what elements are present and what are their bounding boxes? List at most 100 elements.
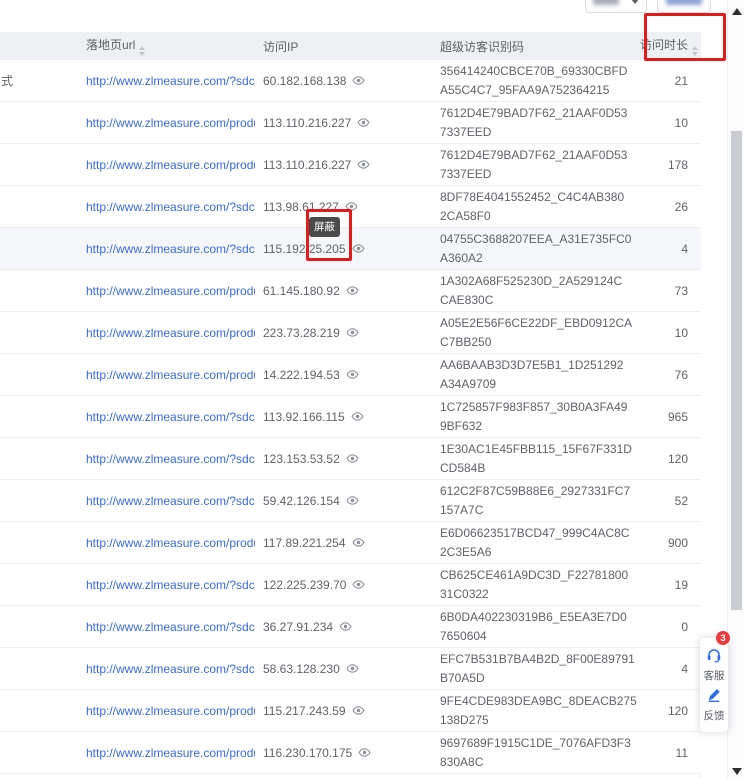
- visit-ip-value: 60.182.168.138: [263, 74, 346, 88]
- visit-duration-value: 10: [640, 326, 700, 340]
- customer-service-button[interactable]: 客服: [704, 647, 725, 683]
- landing-url-link[interactable]: http://www.zlmeasure.com/?sdclkid=A...: [86, 242, 255, 256]
- eye-block-icon[interactable]: [357, 116, 370, 129]
- visit-ip-value: 59.42.126.154: [263, 494, 340, 508]
- eye-block-icon[interactable]: [351, 410, 364, 423]
- eye-block-icon[interactable]: [346, 326, 359, 339]
- visitor-code-value: 9697689F1915C1DE_7076AFD3F3 830A8C: [440, 734, 640, 772]
- headset-icon: [706, 647, 722, 666]
- visit-ip-value: 61.145.180.92: [263, 284, 340, 298]
- toolbar: [0, 0, 744, 32]
- column-header-visit-ip: 访问IP: [255, 38, 440, 55]
- customer-service-label: 客服: [704, 668, 725, 683]
- visitor-code-value: 7612D4E79BAD7F62_21AAF0D53 7337EED: [440, 146, 640, 184]
- pencil-icon: [706, 687, 722, 706]
- table-row: http://www.zlmeasure.com/?sdclkid=A... 1…: [0, 186, 701, 228]
- table-row: 式 http://www.zlmeasure.com/?sdclkid=A...…: [0, 60, 701, 102]
- visit-duration-value: 0: [640, 620, 700, 634]
- eye-block-icon[interactable]: [358, 746, 371, 759]
- visitor-code-value: 612C2F87C59B88E6_2927331FC7 157A7C: [440, 482, 640, 520]
- scrollbar-down-button[interactable]: [731, 766, 742, 776]
- column-header-landing-url[interactable]: 落地页url: [60, 36, 255, 56]
- vertical-scrollbar[interactable]: [727, 0, 744, 779]
- visit-duration-value: 10: [640, 116, 700, 130]
- landing-url-link[interactable]: http://www.zlmeasure.com/products/li...: [86, 326, 255, 340]
- landing-url-link[interactable]: http://www.zlmeasure.com/?sdclkid=A...: [86, 578, 255, 592]
- landing-url-link[interactable]: http://www.zlmeasure.com/?sdclkid=A...: [86, 410, 255, 424]
- eye-block-icon[interactable]: [346, 494, 359, 507]
- visit-duration-value: 120: [640, 452, 700, 466]
- landing-url-link[interactable]: http://www.zlmeasure.com/products/li...: [86, 746, 255, 760]
- redacted-button[interactable]: [657, 0, 711, 13]
- sort-icon[interactable]: [692, 46, 698, 56]
- visit-ip-value: 36.27.91.234: [263, 620, 333, 634]
- eye-block-icon[interactable]: [352, 704, 365, 717]
- table-row: http://www.zlmeasure.com/?sdclkid=A... 1…: [0, 438, 701, 480]
- visitor-code-value: CB625CE461A9DC3D_F22781800 31C0322: [440, 566, 640, 604]
- eye-block-icon[interactable]: [346, 284, 359, 297]
- visit-ip-value: 117.89.221.254: [263, 536, 346, 550]
- landing-url-link[interactable]: http://www.zlmeasure.com/?sdclkid=b...: [86, 662, 255, 676]
- landing-url-link[interactable]: http://www.zlmeasure.com/?sdclkid=A...: [86, 620, 255, 634]
- visitor-code-value: 9FE4CDE983DEA9BC_8DEACB275 138D275: [440, 692, 640, 730]
- landing-url-link[interactable]: http://www.zlmeasure.com/products/li...: [86, 158, 255, 172]
- eye-block-icon[interactable]: [352, 74, 365, 87]
- table-row: http://www.zlmeasure.com/products/6... 1…: [0, 354, 701, 396]
- caret-down-icon: [631, 0, 639, 4]
- page: 落地页url 访问IP 超级访客识别码 访问时长 式 http://www.zl…: [0, 0, 744, 779]
- feedback-button[interactable]: 反馈: [704, 687, 725, 723]
- landing-url-link[interactable]: http://www.zlmeasure.com/products/li...: [86, 704, 255, 718]
- landing-url-link[interactable]: http://www.zlmeasure.com/products/li...: [86, 284, 255, 298]
- visit-duration-value: 52: [640, 494, 700, 508]
- table-row: http://www.zlmeasure.com/?sdclkid=A... 1…: [0, 564, 701, 606]
- eye-block-icon[interactable]: [345, 200, 358, 213]
- triangle-up-icon: [732, 8, 742, 15]
- visit-ip-value: 223.73.28.219: [263, 326, 340, 340]
- visit-duration-value: 4: [640, 662, 700, 676]
- visit-duration-value: 4: [640, 242, 700, 256]
- landing-url-link[interactable]: http://www.zlmeasure.com/?sdclkid=b...: [86, 494, 255, 508]
- visitor-code-value: 04755C3688207EEA_A31E735FC0 A360A2: [440, 230, 640, 268]
- column-header-label: 访问IP: [263, 40, 298, 54]
- eye-block-icon[interactable]: [339, 620, 352, 633]
- landing-url-link[interactable]: http://www.zlmeasure.com/?sdclkid=A...: [86, 200, 255, 214]
- eye-block-icon[interactable]: [346, 452, 359, 465]
- scrollbar-up-button[interactable]: [731, 6, 742, 16]
- visit-duration-value: 26: [640, 200, 700, 214]
- scrollbar-thumb[interactable]: [731, 131, 742, 610]
- visitor-code-value: 1E30AC1E45FBB115_15F67F331D CD584B: [440, 440, 640, 478]
- eye-block-icon[interactable]: [346, 662, 359, 675]
- table-row: http://www.zlmeasure.com/products/li... …: [0, 144, 701, 186]
- eye-block-icon[interactable]: [357, 158, 370, 171]
- redacted-dropdown-text: [593, 0, 619, 5]
- table-row: http://www.zlmeasure.com/?sdclkid=A... 1…: [0, 396, 701, 438]
- landing-url-link[interactable]: http://www.zlmeasure.com/products/6...: [86, 368, 255, 382]
- redacted-dropdown[interactable]: [585, 0, 647, 13]
- row-prefix-text: 式: [0, 72, 60, 89]
- table-row: http://www.zlmeasure.com/products/li... …: [0, 102, 701, 144]
- eye-block-icon[interactable]: [352, 536, 365, 549]
- table-row: http://www.zlmeasure.com/products/li... …: [0, 732, 701, 774]
- eye-block-icon[interactable]: [346, 368, 359, 381]
- landing-url-link[interactable]: http://www.zlmeasure.com/?sdclkid=A...: [86, 74, 255, 88]
- sort-icon[interactable]: [139, 46, 145, 56]
- block-tooltip: 屏蔽: [309, 217, 340, 237]
- visit-ip-value: 122.225.239.70: [263, 578, 346, 592]
- landing-url-link[interactable]: http://www.zlmeasure.com/products/li...: [86, 116, 255, 130]
- column-header-visit-duration[interactable]: 访问时长: [640, 36, 700, 56]
- redacted-button-text: [666, 0, 702, 5]
- visitor-code-value: 1A302A68F525230D_2A529124C CAE830C: [440, 272, 640, 310]
- visitor-code-value: 356414240CBCE70B_69330CBFD A55C4C7_95FAA…: [440, 62, 640, 100]
- landing-url-link[interactable]: http://www.zlmeasure.com/products/7...: [86, 536, 255, 550]
- eye-block-icon[interactable]: [352, 578, 365, 591]
- visitor-code-value: 8DF78E4041552452_C4C4AB380 2CA58F0: [440, 188, 640, 226]
- visit-ip-value: 113.110.216.227: [263, 158, 351, 172]
- eye-block-icon[interactable]: [352, 242, 365, 255]
- table-row: http://www.zlmeasure.com/products/7... 1…: [0, 522, 701, 564]
- visitor-table: 落地页url 访问IP 超级访客识别码 访问时长 式 http://www.zl…: [0, 32, 701, 779]
- table-row: http://www.zlmeasure.com/?sdclkid=A... 1…: [0, 228, 701, 270]
- landing-url-link[interactable]: http://www.zlmeasure.com/?sdclkid=A...: [86, 452, 255, 466]
- table-header-row: 落地页url 访问IP 超级访客识别码 访问时长: [0, 32, 700, 60]
- column-header-label: 落地页url: [86, 38, 135, 52]
- visit-ip-value: 115.217.243.59: [263, 704, 346, 718]
